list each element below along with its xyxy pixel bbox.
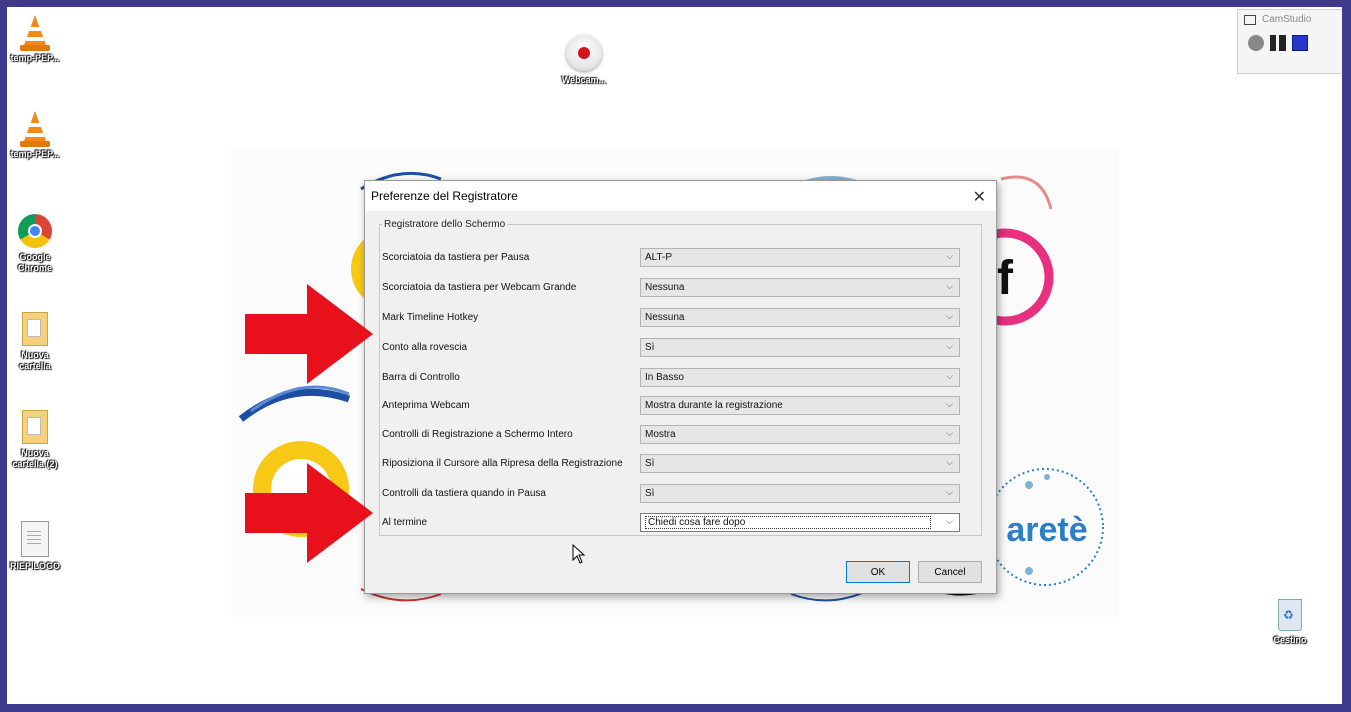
folder-icon <box>22 410 48 444</box>
reposition-cursor-select[interactable]: Sì ⌵ <box>640 453 960 473</box>
webcam-preview-select[interactable]: Mostra durante la registrazione ⌵ <box>640 395 960 415</box>
mouse-cursor-icon <box>572 544 586 564</box>
chevron-down-icon: ⌵ <box>946 487 953 498</box>
vlc-icon <box>20 15 50 51</box>
desktop-icon-label: Nuova cartella (2) <box>12 448 58 469</box>
letter-f: f <box>997 252 1014 305</box>
group-label: Registratore dello Schermo <box>384 219 506 230</box>
desktop-icon-recycle-bin[interactable]: Cestino <box>1258 599 1322 646</box>
dialog-titlebar: Preferenze del Registratore ✕ <box>365 181 996 211</box>
desktop-icon-label: RIEPILOGO <box>9 561 60 571</box>
red-arrow-icon <box>245 463 373 563</box>
arete-text: aretè <box>1006 511 1087 549</box>
desktop-icon-vlc-2[interactable]: temp-PEP... <box>7 111 67 160</box>
setting-label: Scorciatoia da tastiera per Pausa <box>382 251 530 263</box>
setting-label: Conto alla rovescia <box>382 341 468 353</box>
close-icon[interactable]: ✕ <box>973 187 986 206</box>
chevron-down-icon: ⌵ <box>946 428 953 439</box>
desktop-icon-chrome[interactable]: Google Chrome <box>7 214 67 274</box>
record-button[interactable] <box>1248 35 1264 51</box>
control-bar-select[interactable]: In Basso ⌵ <box>640 367 960 387</box>
red-arrow-icon <box>245 284 373 384</box>
setting-label: Controlli di Registrazione a Schermo Int… <box>382 428 573 440</box>
chevron-down-icon: ⌵ <box>946 516 953 527</box>
desktop-icon-label: temp-PEP... <box>10 149 60 159</box>
chevron-down-icon: ⌵ <box>946 399 953 410</box>
desktop-icon-label: Google Chrome <box>17 252 52 273</box>
desktop-icon-label: Cestino <box>1273 635 1307 645</box>
setting-label: Al termine <box>382 516 428 528</box>
countdown-select[interactable]: Sì ⌵ <box>640 337 960 357</box>
timeline-hotkey-select[interactable]: Nessuna ⌵ <box>640 307 960 327</box>
folder-icon <box>22 312 48 346</box>
setting-label: Scorciatoia da tastiera per Webcam Grand… <box>382 281 577 293</box>
setting-row-reposition-cursor: Riposiziona il Cursore alla Ripresa dell… <box>382 452 960 474</box>
cancel-button[interactable]: Cancel <box>918 561 982 583</box>
setting-row-webcam-preview: Anteprima Webcam Mostra durante la regis… <box>382 394 960 416</box>
stop-button[interactable] <box>1292 35 1308 51</box>
chevron-down-icon: ⌵ <box>946 457 953 468</box>
setting-row-timeline-hotkey: Mark Timeline Hotkey Nessuna ⌵ <box>382 306 960 328</box>
chevron-down-icon: ⌵ <box>946 311 953 322</box>
window-icon <box>1244 14 1256 25</box>
desktop-icon-webcam-recorder[interactable]: Webcam... <box>552 35 616 86</box>
preferences-dialog: Preferenze del Registratore ✕ Registrato… <box>364 180 997 594</box>
camstudio-toolbar: CamStudio <box>1237 9 1342 74</box>
desktop-screen: temp-PEP... temp-PEP... Google Chrome Nu… <box>7 7 1342 704</box>
record-icon <box>566 35 602 71</box>
desktop-icon-label: Nuova cartella <box>19 350 51 371</box>
recycle-bin-icon <box>1278 599 1302 631</box>
camstudio-title: CamStudio <box>1262 14 1312 25</box>
desktop-icon-folder-2[interactable]: Nuova cartella (2) <box>7 410 67 470</box>
chevron-down-icon: ⌵ <box>946 281 953 292</box>
pause-button[interactable] <box>1270 35 1286 51</box>
webcam-hotkey-select[interactable]: Nessuna ⌵ <box>640 277 960 297</box>
pause-hotkey-select[interactable]: ALT-P ⌵ <box>640 247 960 267</box>
dialog-title: Preferenze del Registratore <box>371 189 518 203</box>
setting-label: Controlli da tastiera quando in Pausa <box>382 487 546 499</box>
vlc-icon <box>20 111 50 147</box>
desktop-icon-vlc-1[interactable]: temp-PEP... <box>7 15 67 64</box>
desktop-icon-document[interactable]: RIEPILOGO <box>7 521 67 572</box>
setting-label: Riposiziona il Cursore alla Ripresa dell… <box>382 457 623 469</box>
on-finish-select[interactable]: Chiedi cosa fare dopo ⌵ <box>640 512 960 532</box>
document-icon <box>21 521 49 557</box>
fullscreen-controls-select[interactable]: Mostra ⌵ <box>640 424 960 444</box>
setting-label: Barra di Controllo <box>382 371 460 383</box>
setting-row-countdown: Conto alla rovescia Sì ⌵ <box>382 336 960 358</box>
setting-row-control-bar: Barra di Controllo In Basso ⌵ <box>382 366 960 388</box>
setting-row-pause-hotkey: Scorciatoia da tastiera per Pausa ALT-P ⌵ <box>382 246 960 268</box>
pause-keyboard-select[interactable]: Sì ⌵ <box>640 483 960 503</box>
setting-row-on-finish: Al termine Chiedi cosa fare dopo ⌵ <box>382 511 960 533</box>
chrome-icon <box>18 214 52 248</box>
setting-row-pause-keyboard: Controlli da tastiera quando in Pausa Sì… <box>382 482 960 504</box>
setting-label: Mark Timeline Hotkey <box>382 311 479 323</box>
setting-row-fullscreen-controls: Controlli di Registrazione a Schermo Int… <box>382 423 960 445</box>
setting-row-webcam-hotkey: Scorciatoia da tastiera per Webcam Grand… <box>382 276 960 298</box>
setting-label: Anteprima Webcam <box>382 399 470 411</box>
chevron-down-icon: ⌵ <box>946 341 953 352</box>
ok-button[interactable]: OK <box>846 561 910 583</box>
chevron-down-icon: ⌵ <box>946 371 953 382</box>
desktop-icon-folder-1[interactable]: Nuova cartella <box>7 312 67 372</box>
desktop-icon-label: temp-PEP... <box>10 53 60 63</box>
chevron-down-icon: ⌵ <box>946 251 953 262</box>
desktop-icon-label: Webcam... <box>561 75 607 85</box>
